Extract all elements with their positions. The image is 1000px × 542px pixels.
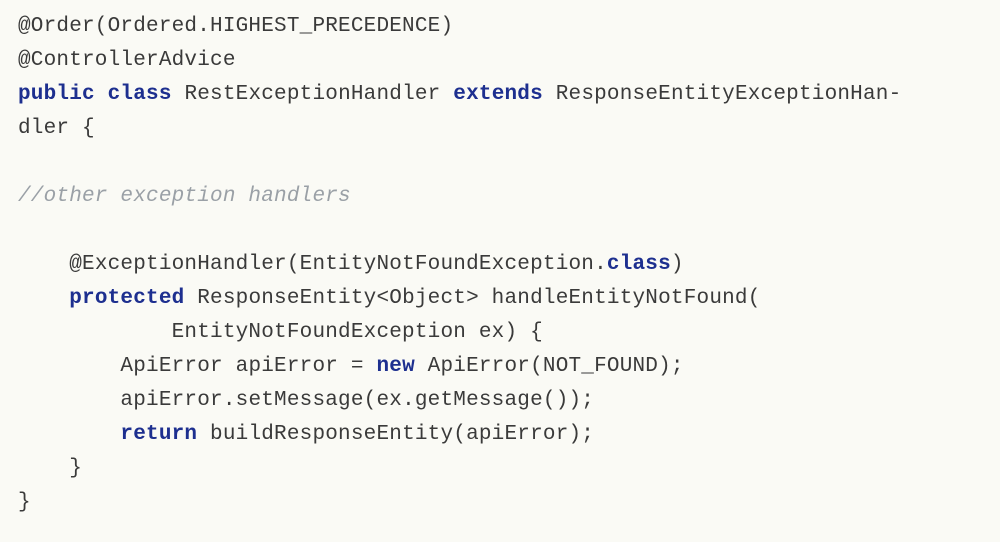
code-comment: //other exception handlers (18, 185, 351, 208)
keyword-public: public (18, 83, 95, 106)
code-text: ApiError apiError = (18, 355, 376, 378)
code-line: } (18, 491, 31, 514)
code-line: EntityNotFoundException ex) { (18, 321, 543, 344)
keyword-return: return (120, 423, 197, 446)
keyword-class: class (108, 83, 172, 106)
code-block: @Order(Ordered.HIGHEST_PRECEDENCE) @Cont… (18, 10, 982, 520)
keyword-protected: protected (69, 287, 184, 310)
code-text: ) (671, 253, 684, 276)
keyword-extends: extends (453, 83, 543, 106)
code-text (18, 423, 120, 446)
code-line: dler { (18, 117, 95, 140)
code-line: @ControllerAdvice (18, 49, 236, 72)
code-text: ResponseEntityExceptionHan- (543, 83, 901, 106)
code-line: } (18, 457, 82, 480)
code-text: ApiError(NOT_FOUND); (415, 355, 684, 378)
keyword-class: class (607, 253, 671, 276)
code-text: buildResponseEntity(apiError); (197, 423, 594, 446)
code-text: ResponseEntity<Object> handleEntityNotFo… (184, 287, 760, 310)
code-line: apiError.setMessage(ex.getMessage()); (18, 389, 607, 412)
code-text: @ExceptionHandler(EntityNotFoundExceptio… (18, 253, 607, 276)
code-text: RestExceptionHandler (172, 83, 454, 106)
code-line: @Order(Ordered.HIGHEST_PRECEDENCE) (18, 15, 453, 38)
code-text (18, 287, 69, 310)
keyword-new: new (376, 355, 414, 378)
